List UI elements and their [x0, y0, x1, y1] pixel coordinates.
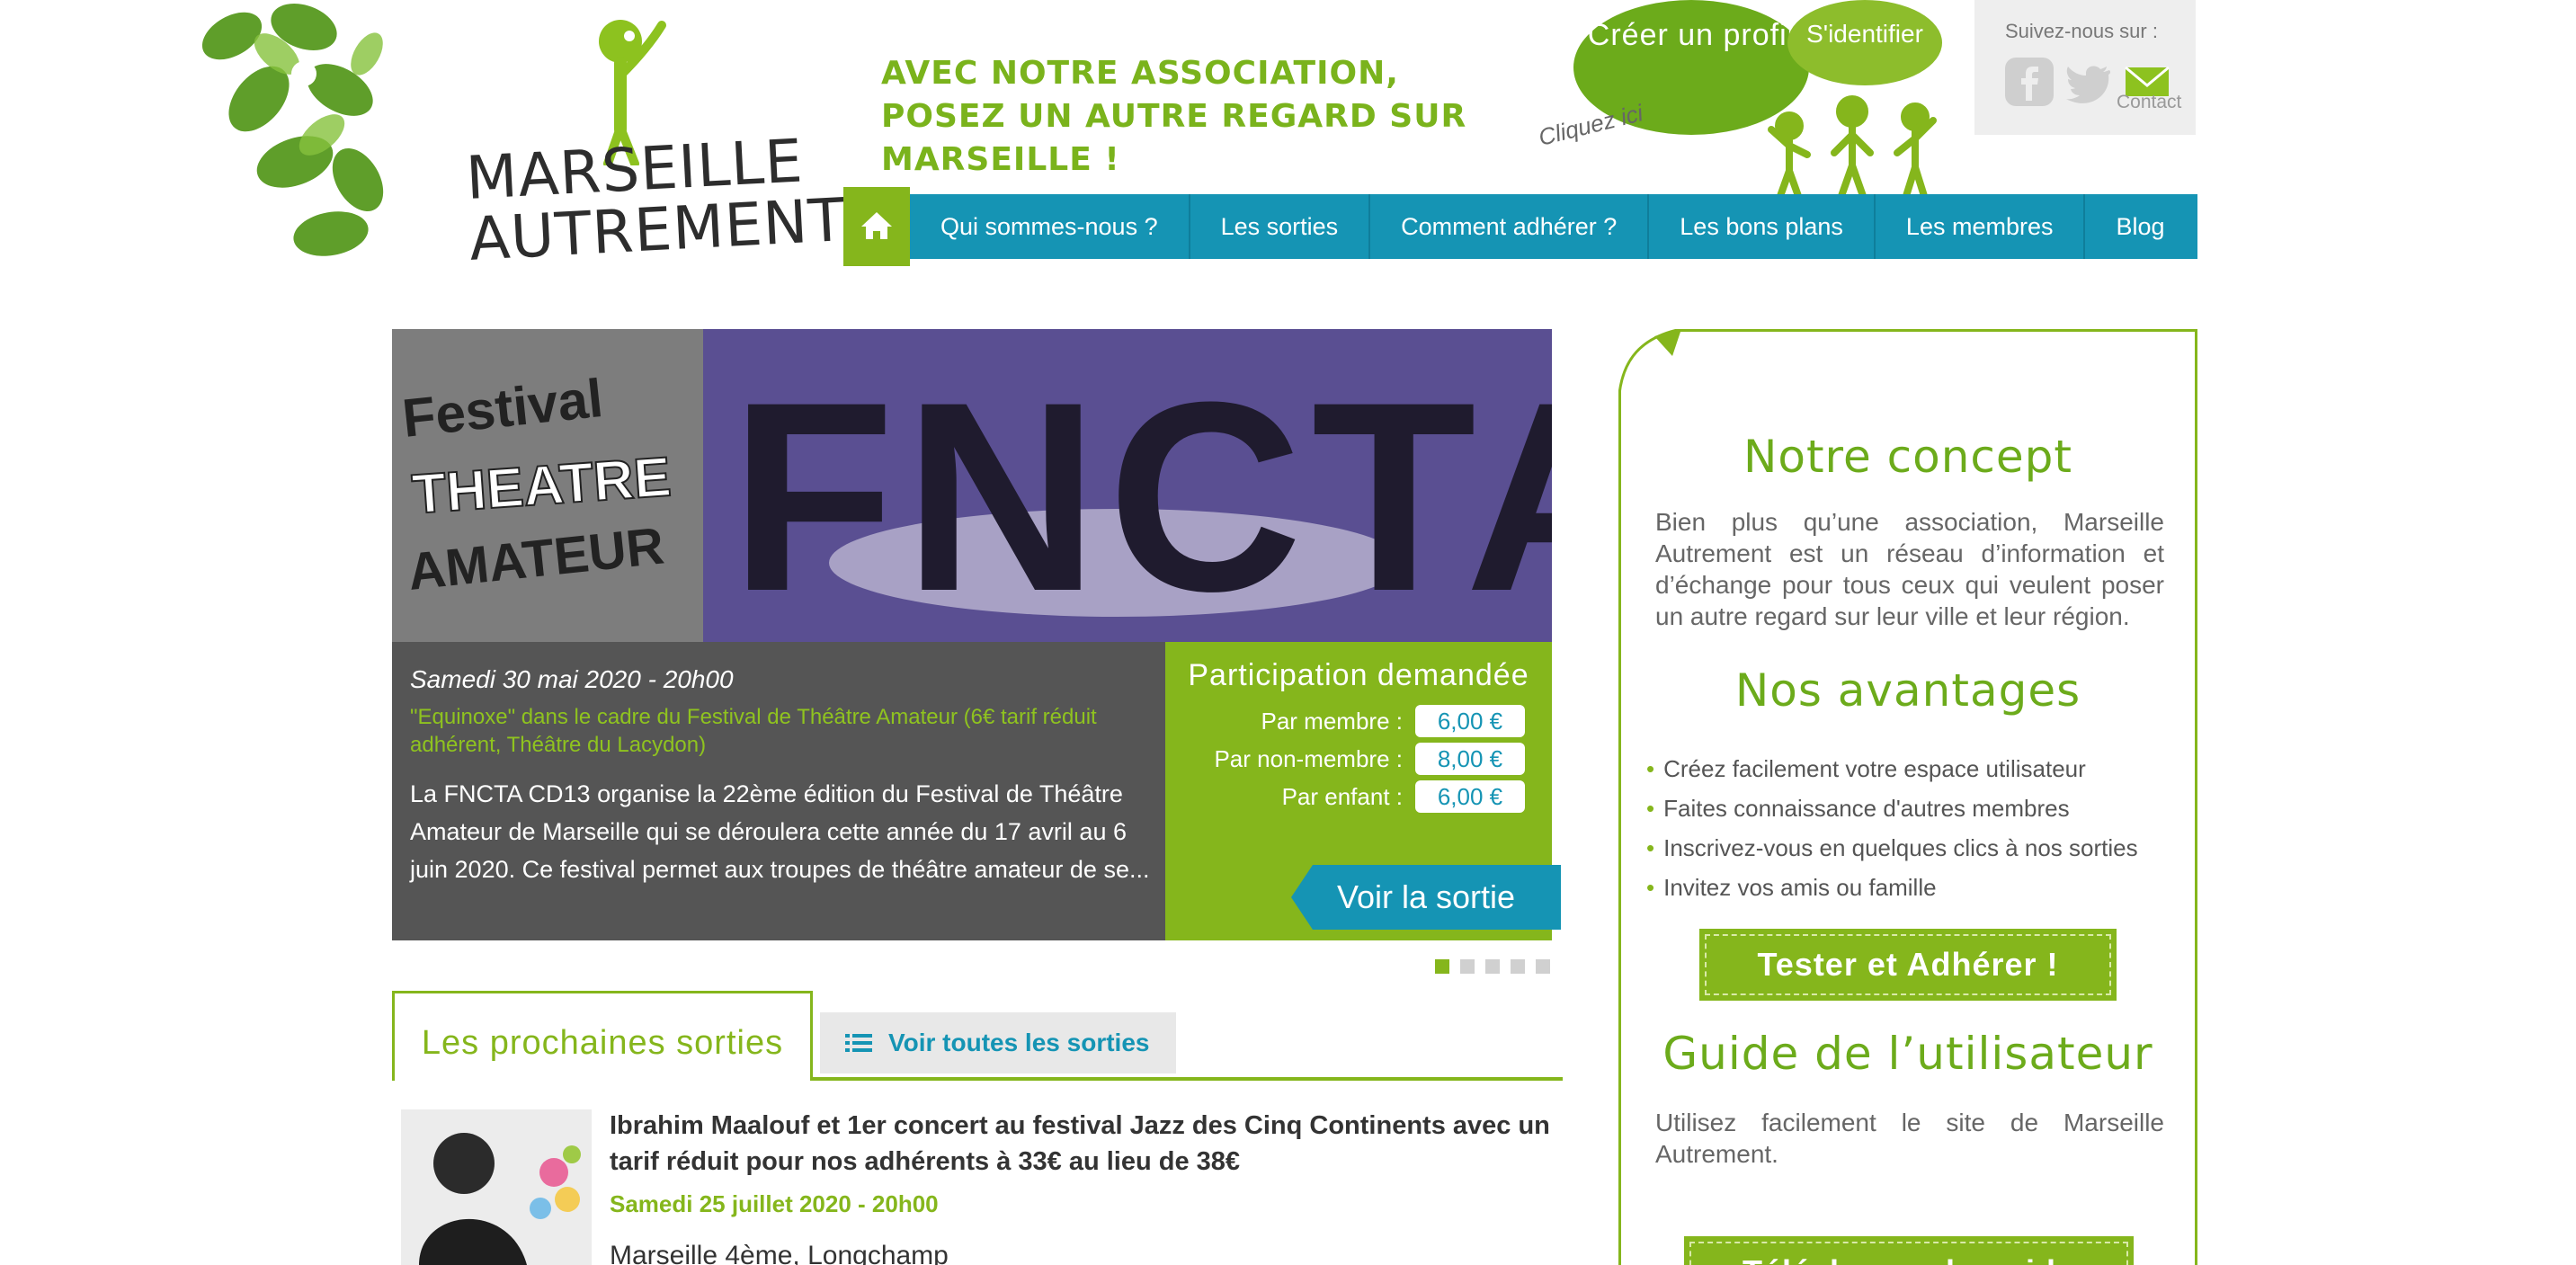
- slide-description: La FNCTA CD13 organise la 22ème édition …: [410, 780, 1150, 883]
- leaves-decoration: [201, 3, 384, 256]
- advantages-list: Créez facilement votre espace utilisateu…: [1646, 749, 2138, 907]
- home-icon: [861, 212, 892, 239]
- people-figures-icon: [1768, 95, 1937, 198]
- advantages-title: Nos avantages: [1734, 664, 2081, 717]
- slider-dot[interactable]: [1460, 959, 1475, 974]
- nav-item-about[interactable]: Qui sommes-nous ?: [910, 194, 1190, 259]
- slide-date: Samedi 30 mai 2020 - 20h00: [410, 665, 734, 693]
- test-join-button[interactable]: Tester et Adhérer !: [1699, 929, 2117, 1001]
- price-value: 6,00 €: [1415, 780, 1525, 813]
- download-guide-label: Télécharger le guide: [1743, 1253, 2075, 1265]
- slider-dot[interactable]: [1511, 959, 1525, 974]
- main-nav: Qui sommes-nous ? Les sorties Comment ad…: [843, 187, 2197, 266]
- guide-title: Guide de l’utilisateur: [1662, 1028, 2153, 1080]
- event-date: Samedi 25 juillet 2020 - 20h00: [610, 1190, 939, 1217]
- price-row-member: Par membre : 6,00 €: [1261, 705, 1525, 737]
- list-item: Inscrivez-vous en quelques clics à nos s…: [1646, 828, 2137, 868]
- twitter-icon[interactable]: [2063, 56, 2115, 108]
- price-row-child: Par enfant : 6,00 €: [1282, 780, 1525, 813]
- download-guide-button[interactable]: Télécharger le guide: [1684, 1236, 2134, 1265]
- event-title[interactable]: Ibrahim Maalouf et 1er concert au festiv…: [610, 1108, 1563, 1180]
- login-button[interactable]: S'identifier: [1787, 0, 1942, 85]
- site-logo[interactable]: MARSEILLE AUTREMENT: [459, 13, 847, 274]
- tab-upcoming-outings[interactable]: Les prochaines sorties: [392, 991, 813, 1081]
- tab-all-outings-label: Voir toutes les sorties: [888, 1029, 1150, 1056]
- slider-dot[interactable]: [1485, 959, 1500, 974]
- price-label: Par enfant :: [1281, 782, 1403, 810]
- poster-line-3: AMATEUR: [406, 516, 667, 601]
- click-here-hint: Cliquez ici: [1536, 99, 1646, 151]
- fncta-banner-title: FNCTA: [730, 345, 1552, 642]
- tab-all-outings[interactable]: Voir toutes les sorties: [820, 1012, 1176, 1073]
- list-item: Faites connaissance d'autres membres: [1646, 788, 2138, 828]
- slider-dot[interactable]: [1536, 959, 1550, 974]
- list-icon: [845, 1034, 872, 1052]
- list-item: Créez facilement votre espace utilisateu…: [1646, 749, 2138, 788]
- price-value: 6,00 €: [1415, 705, 1525, 737]
- poster-line-2: THEATRE: [410, 446, 673, 526]
- social-box: Suivez-nous sur : Contact: [1974, 0, 2196, 135]
- price-title: Participation demandée: [1188, 658, 1529, 692]
- nav-item-outings[interactable]: Les sorties: [1190, 194, 1371, 259]
- nav-item-members[interactable]: Les membres: [1876, 194, 2086, 259]
- guide-text: Utilisez facilement le site de Marseille…: [1655, 1109, 2164, 1168]
- sidebar-corner-curl: [1618, 329, 1682, 410]
- concept-title: Notre concept: [1743, 431, 2073, 483]
- follow-us-label: Suivez-nous sur :: [2005, 20, 2158, 42]
- slide-banner-image[interactable]: Festival THEATRE AMATEUR FNCTA: [392, 329, 1552, 642]
- poster-line-1: Festival: [399, 368, 605, 449]
- tagline: AVEC NOTRE ASSOCIATION, POSEZ UN AUTRE R…: [881, 55, 1467, 178]
- sidebar-panel: Notre concept Bien plus qu’une associati…: [1618, 329, 2197, 1265]
- facebook-icon[interactable]: [2003, 56, 2055, 108]
- test-join-label: Tester et Adhérer !: [1757, 946, 2059, 983]
- home-button[interactable]: [843, 187, 910, 266]
- slide-subtitle: "Equinoxe" dans le cadre du Festival de …: [410, 705, 1097, 757]
- festival-poster: Festival THEATRE AMATEUR: [392, 329, 703, 642]
- price-row-non-member: Par non-membre : 8,00 €: [1214, 743, 1525, 775]
- contact-link[interactable]: Contact: [2117, 92, 2181, 113]
- nav-item-deals[interactable]: Les bons plans: [1649, 194, 1876, 259]
- price-value: 8,00 €: [1415, 743, 1525, 775]
- tab-underline: [813, 1077, 1563, 1081]
- event-location: Marseille 4ème, Longchamp: [610, 1241, 949, 1265]
- nav-item-join[interactable]: Comment adhérer ?: [1370, 194, 1650, 259]
- slider-dot[interactable]: [1435, 959, 1449, 974]
- logo-text: MARSEILLE AUTREMENT: [464, 126, 848, 274]
- event-thumbnail[interactable]: [401, 1109, 592, 1265]
- price-label: Par membre :: [1261, 707, 1404, 735]
- list-item: Invitez vos amis ou famille: [1646, 868, 2138, 907]
- slide-info-panel: Samedi 30 mai 2020 - 20h00 "Equinoxe" da…: [392, 642, 1165, 940]
- view-outing-button[interactable]: Voir la sortie: [1291, 865, 1561, 930]
- nav-item-blog[interactable]: Blog: [2085, 194, 2195, 259]
- concept-text: Bien plus qu’une association, Marseille …: [1655, 508, 2164, 630]
- price-label: Par non-membre :: [1214, 744, 1403, 772]
- slider-pagination: [1435, 959, 1561, 974]
